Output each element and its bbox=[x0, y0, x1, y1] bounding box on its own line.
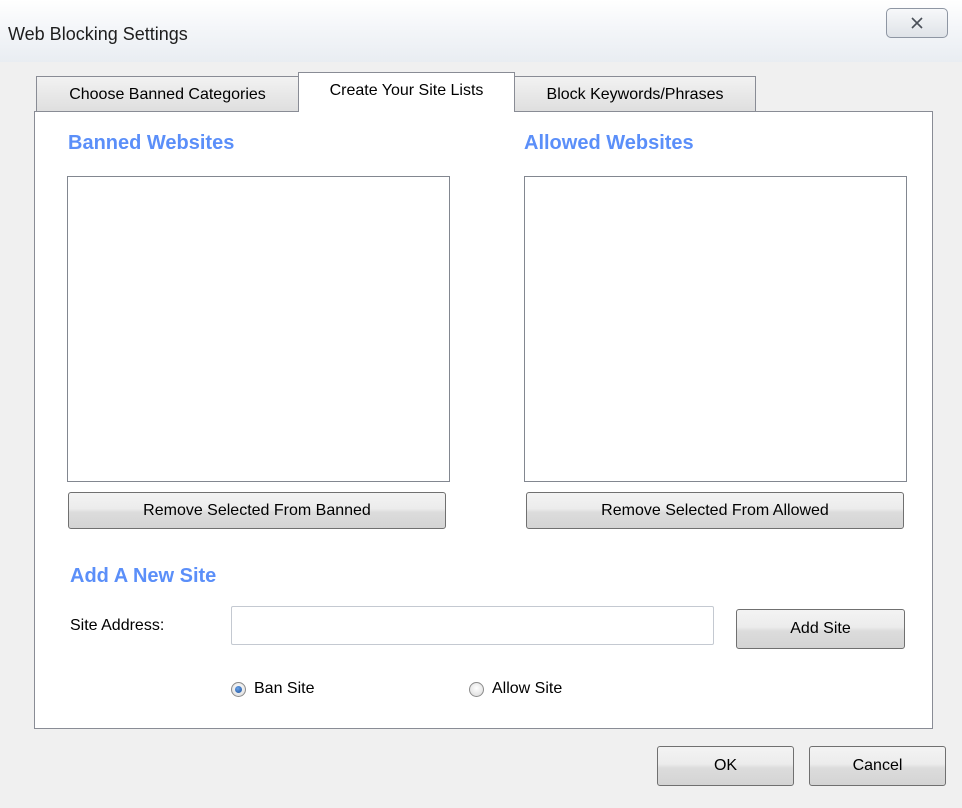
window-title: Web Blocking Settings bbox=[8, 24, 188, 44]
radio-selected-dot bbox=[235, 685, 242, 693]
ban-site-option[interactable]: Ban Site bbox=[231, 680, 314, 698]
tab-block-keywords[interactable]: Block Keywords/Phrases bbox=[514, 76, 756, 112]
allowed-websites-heading: Allowed Websites bbox=[524, 132, 694, 154]
cancel-button[interactable]: Cancel bbox=[809, 746, 946, 786]
add-site-button[interactable]: Add Site bbox=[736, 609, 905, 649]
site-address-label: Site Address: bbox=[70, 617, 165, 634]
ban-site-label: Ban Site bbox=[254, 680, 315, 697]
tab-choose-banned-categories[interactable]: Choose Banned Categories bbox=[36, 76, 299, 112]
add-new-site-heading: Add A New Site bbox=[70, 565, 217, 587]
title-bar[interactable]: Web Blocking Settings bbox=[0, 0, 962, 62]
banned-websites-list[interactable] bbox=[67, 176, 450, 482]
allow-site-radio[interactable] bbox=[469, 681, 484, 697]
dialog-window: Web Blocking Settings Choose Banned Cate… bbox=[0, 0, 962, 808]
remove-from-allowed-button[interactable]: Remove Selected From Allowed bbox=[526, 492, 904, 529]
ban-site-radio[interactable] bbox=[231, 681, 246, 697]
allowed-websites-list[interactable] bbox=[524, 176, 907, 482]
banned-websites-heading: Banned Websites bbox=[68, 132, 235, 154]
close-button[interactable] bbox=[886, 8, 948, 38]
tab-create-site-lists[interactable]: Create Your Site Lists bbox=[298, 72, 515, 112]
ok-button[interactable]: OK bbox=[657, 746, 794, 786]
allow-site-label: Allow Site bbox=[492, 680, 563, 697]
site-address-input[interactable] bbox=[231, 606, 714, 645]
allow-site-option[interactable]: Allow Site bbox=[469, 680, 562, 698]
remove-from-banned-button[interactable]: Remove Selected From Banned bbox=[68, 492, 446, 529]
close-x-icon bbox=[910, 17, 924, 29]
site-lists-panel: Banned Websites Allowed Websites Remove … bbox=[34, 111, 933, 729]
